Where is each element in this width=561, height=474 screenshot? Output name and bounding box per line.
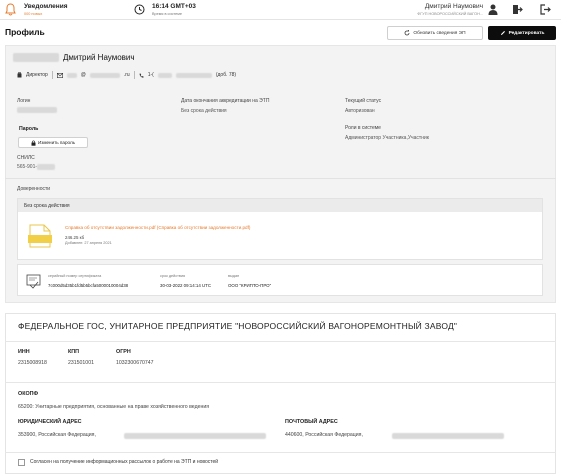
system-time: 16:14 GMT+03: [152, 3, 196, 10]
phone-prefix: 1-(: [147, 72, 154, 78]
redacted-email-domain: [89, 72, 120, 78]
user-icon[interactable]: [488, 4, 498, 15]
inn-value: 2315008918: [18, 360, 47, 366]
profile-name-row: Дмитрий Наумович: [13, 53, 135, 62]
lock-icon: [31, 140, 36, 146]
certificate-validity-label: срок действия: [160, 274, 186, 278]
top-bar: Уведомления 000 новых 16:14 GMT+03 Время…: [0, 0, 561, 20]
okopf-label: ОКОПФ: [18, 391, 39, 397]
document-date: Добавлен: 27 апреля 2021: [65, 241, 112, 245]
postal-address-value: 440600, Российская Федерация,: [285, 432, 363, 438]
pencil-icon: [500, 31, 505, 35]
legal-address-label: ЮРИДИЧЕСКИЙ АДРЕС: [18, 419, 82, 425]
status-label: Текущий статус: [345, 98, 382, 104]
profile-contacts: Директор @ .ru 1-( (доб. 78): [17, 71, 236, 79]
legal-address-value: 353900, Российская Федерация,: [18, 432, 96, 438]
newsletter-consent-label[interactable]: Согласен на получение информационных рас…: [30, 459, 218, 465]
accreditation-value: Без срока действия: [181, 108, 227, 114]
change-password-label: Изменить пароль: [37, 140, 76, 145]
bell-icon[interactable]: [5, 3, 16, 16]
ogrn-value: 1032300670747: [116, 360, 154, 366]
document-size: 246.25 кб: [65, 235, 85, 240]
kpp-label: КПП: [68, 349, 80, 355]
trust-section-label: Доверенности: [17, 186, 51, 192]
page-title: Профиль: [5, 27, 45, 37]
login-label: Логин: [17, 98, 31, 104]
snils-value: 565-901-: [17, 164, 38, 170]
roles-label: Роли в системе: [345, 125, 381, 131]
document-link[interactable]: Справка об отсутствии задолженности.pdf …: [65, 225, 250, 230]
document-icon: [28, 224, 52, 248]
profile-full-name: Дмитрий Наумович: [63, 53, 135, 62]
divider: [5, 178, 556, 179]
profile-role: Директор: [26, 72, 48, 78]
redacted-phone-number: [175, 72, 212, 78]
update-signature-button[interactable]: Обновить сведения ЭП: [387, 26, 483, 40]
certificate-card: [17, 264, 543, 296]
edit-label: Редактировать: [508, 30, 545, 36]
certificate-validity-value: 30-03-2022 09:14:14 UTC: [160, 283, 212, 288]
update-signature-label: Обновить сведения ЭП: [413, 30, 466, 36]
switch-account-icon[interactable]: [512, 4, 523, 15]
mail-icon: [56, 72, 63, 78]
certificate-icon: [26, 274, 41, 289]
notifications-count: 000 новых: [24, 12, 43, 16]
snils-label: СНИЛС: [17, 155, 35, 161]
ogrn-label: ОГРН: [116, 349, 131, 355]
postal-address-label: ПОЧТОВЫЙ АДРЕС: [285, 419, 338, 425]
divider: [51, 71, 53, 79]
redacted-postal-address: [392, 433, 504, 439]
certificate-serial-value: 7c000d5d35b1fd5b5bcfa5000010004d38: [48, 283, 129, 288]
briefcase-icon: [17, 72, 22, 78]
change-password-button[interactable]: Изменить пароль: [18, 137, 88, 148]
kpp-value: 231501001: [68, 360, 94, 366]
phone-icon: [139, 73, 144, 78]
inn-label: ИНН: [18, 349, 30, 355]
redacted-phone-code: [157, 72, 172, 78]
divider: [5, 341, 556, 342]
roles-value: Администратор Участника,Участник: [345, 135, 429, 141]
edit-button[interactable]: Редактировать: [488, 26, 556, 40]
redacted-login: [17, 107, 57, 113]
email-tld: .ru: [123, 72, 130, 78]
certificate-serial-label: серийный номер сертификата: [48, 274, 102, 278]
certificate-issuer-value: ООО "КРИПТО-ПРО": [228, 283, 272, 288]
organization-title: ФЕДЕРАЛЬНОЕ ГОС, УНИТАРНОЕ ПРЕДПРИЯТИЕ "…: [18, 321, 458, 331]
organization-panel: [5, 313, 556, 474]
divider: [5, 452, 556, 453]
refresh-icon: [405, 30, 410, 36]
trust-validity: Без срока действия: [18, 199, 542, 212]
accreditation-label: Дата окончания аккредитации на ЭТП: [181, 98, 270, 104]
email-at: @: [80, 72, 86, 78]
redacted-snils: [37, 164, 55, 170]
status-value: Авторизован: [345, 108, 375, 114]
redacted-surname: [13, 53, 59, 62]
phone-extension: (доб. 78): [215, 72, 237, 78]
divider: [5, 382, 556, 383]
password-label: Пароль: [19, 126, 39, 132]
redacted-email-user: [66, 72, 77, 78]
notifications-title[interactable]: Уведомления: [24, 3, 68, 10]
okopf-value: 65200: Унитарные предприятия, основанные…: [18, 404, 210, 410]
newsletter-consent-checkbox[interactable]: [18, 459, 25, 466]
certificate-issuer-label: выдан: [228, 274, 240, 278]
user-organization: ФГУП НОВОРОССИЙСКИЙ ВАГОН...: [417, 12, 483, 16]
redacted-legal-address: [124, 433, 266, 439]
system-time-label: Время в системе: [152, 12, 182, 16]
logout-icon[interactable]: [540, 4, 551, 15]
user-name[interactable]: Дмитрий Наумович: [425, 3, 483, 10]
divider: [133, 71, 135, 79]
clock-icon: [134, 4, 145, 15]
